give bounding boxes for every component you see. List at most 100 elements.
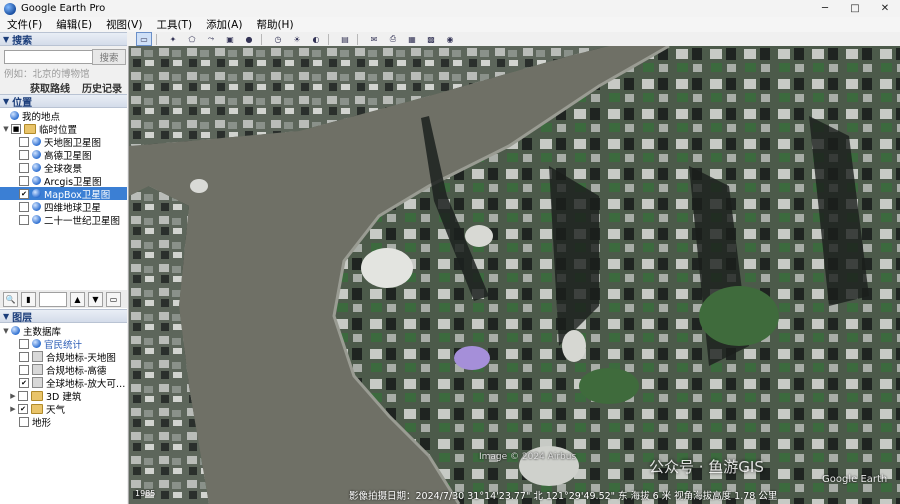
tree-item-label: 合规地标-高德 bbox=[46, 365, 107, 377]
move-up-icon[interactable]: ▲ bbox=[70, 291, 85, 307]
planets-icon[interactable]: ◐ bbox=[308, 32, 324, 46]
checkbox[interactable] bbox=[19, 416, 29, 427]
globe-icon bbox=[32, 176, 41, 185]
globe-icon bbox=[32, 215, 41, 224]
search-icon[interactable]: 🔍 bbox=[3, 291, 18, 307]
tree-item-label: 我的地点 bbox=[22, 111, 61, 123]
menu-tools[interactable]: 工具(T) bbox=[149, 17, 199, 32]
tree-item-mapbox[interactable]: ✔ MapBox卫星图 bbox=[0, 187, 127, 201]
menu-bar: 文件(F) 编辑(E) 视图(V) 工具(T) 添加(A) 帮助(H) bbox=[0, 17, 900, 32]
globe-icon bbox=[32, 339, 41, 348]
tree-item-label: 3D 建筑 bbox=[46, 391, 82, 403]
historical-year-badge[interactable]: 1985 bbox=[135, 489, 155, 498]
imagery-copyright: Image © 2024 Airbus bbox=[479, 452, 577, 462]
layers-header-label: 图层 bbox=[12, 312, 33, 324]
tree-item-21century[interactable]: 二十一世纪卫星图 bbox=[0, 213, 127, 227]
tree-item-arcgis[interactable]: Arcgis卫星图 bbox=[0, 174, 127, 188]
ruler-icon[interactable]: ▤ bbox=[337, 32, 353, 46]
add-polygon-icon[interactable]: ⬠ bbox=[184, 32, 200, 46]
tree-item-3d-buildings[interactable]: ▶ 3D 建筑 bbox=[0, 389, 127, 403]
tree-item-terrain[interactable]: 地形 bbox=[0, 415, 127, 429]
checkbox[interactable] bbox=[19, 175, 29, 186]
record-tour-icon[interactable]: ● bbox=[241, 32, 257, 46]
checkbox[interactable] bbox=[19, 201, 29, 212]
tree-item-label: MapBox卫星图 bbox=[44, 189, 111, 201]
earth-3d-view[interactable]: Image © 2024 Airbus 公众号 · 鱼游GIS Google E… bbox=[129, 46, 900, 504]
close-button[interactable]: ✕ bbox=[870, 0, 900, 17]
checkbox[interactable] bbox=[19, 214, 29, 225]
menu-view[interactable]: 视图(V) bbox=[99, 17, 149, 32]
expand-arrow-icon[interactable]: ▶ bbox=[9, 405, 17, 413]
toolbar-separator bbox=[357, 33, 358, 45]
maximize-button[interactable]: □ bbox=[840, 0, 870, 17]
collapse-triangle-icon: ▼ bbox=[3, 34, 10, 44]
tree-item-tianditu[interactable]: 天地图卫星图 bbox=[0, 135, 127, 149]
get-directions-link[interactable]: 获取路线 bbox=[30, 80, 70, 95]
sunlight-icon[interactable]: ☀ bbox=[289, 32, 305, 46]
tree-item-night-lights[interactable]: 全球夜景 bbox=[0, 161, 127, 175]
checkbox[interactable] bbox=[19, 351, 29, 362]
tree-item-my-places[interactable]: 我的地点 bbox=[0, 109, 127, 123]
panel-toggle-icon[interactable]: ▮ bbox=[21, 291, 36, 307]
tree-item-temp-places[interactable]: ▼ ■ 临时位置 bbox=[0, 122, 127, 136]
tree-item-label: 临时位置 bbox=[39, 124, 78, 136]
menu-help[interactable]: 帮助(H) bbox=[249, 17, 300, 32]
add-placemark-icon[interactable]: ✦ bbox=[165, 32, 181, 46]
expand-arrow-icon[interactable]: ▶ bbox=[9, 392, 17, 400]
collapse-triangle-icon: ▼ bbox=[3, 311, 10, 321]
add-image-overlay-icon[interactable]: ▣ bbox=[222, 32, 238, 46]
tree-item-label: 天气 bbox=[46, 404, 66, 416]
checkbox[interactable] bbox=[19, 149, 29, 160]
places-tree: 我的地点 ▼ ■ 临时位置 天地图卫星图 高德卫星图 全球夜景 Arcgis卫星… bbox=[0, 108, 127, 319]
menu-add[interactable]: 添加(A) bbox=[199, 17, 249, 32]
expand-arrow-icon[interactable]: ▼ bbox=[2, 327, 10, 335]
checkbox[interactable] bbox=[19, 136, 29, 147]
tree-item-gaode[interactable]: 高德卫星图 bbox=[0, 148, 127, 162]
tree-item-landmark-gaode[interactable]: 合规地标-高德 bbox=[0, 363, 127, 377]
save-image-icon[interactable]: ▦ bbox=[404, 32, 420, 46]
email-icon[interactable]: ✉ bbox=[366, 32, 382, 46]
search-button[interactable]: 搜索 bbox=[92, 49, 126, 65]
folder-icon bbox=[31, 390, 43, 401]
checkbox[interactable]: ✔ bbox=[19, 377, 29, 388]
sidebar-toggle-icon[interactable]: ▭ bbox=[136, 32, 152, 46]
move-down-icon[interactable]: ▼ bbox=[88, 291, 103, 307]
folder-icon bbox=[31, 403, 43, 414]
places-filter-field[interactable] bbox=[39, 291, 67, 307]
checkbox[interactable]: ✔ bbox=[18, 403, 28, 414]
places-section-header[interactable]: ▼ 位置 bbox=[0, 94, 127, 109]
globe-icon bbox=[10, 111, 19, 120]
tree-item-label: 官民统计 bbox=[44, 339, 83, 351]
globe-icon bbox=[32, 189, 41, 198]
add-path-icon[interactable]: ⤳ bbox=[203, 32, 219, 46]
search-input[interactable] bbox=[4, 50, 94, 64]
earth-view-icon[interactable]: ◉ bbox=[442, 32, 458, 46]
expand-arrow-icon[interactable]: ▼ bbox=[2, 125, 10, 133]
minimize-button[interactable]: ─ bbox=[810, 0, 840, 17]
checkbox[interactable] bbox=[19, 338, 29, 349]
history-link[interactable]: 历史记录 bbox=[82, 80, 122, 95]
checkbox[interactable] bbox=[18, 390, 28, 401]
search-section-header[interactable]: ▼ 搜索 bbox=[0, 32, 127, 47]
google-earth-icon bbox=[4, 2, 16, 15]
checkbox[interactable] bbox=[19, 162, 29, 173]
checkbox[interactable]: ✔ bbox=[19, 188, 29, 199]
checkbox[interactable]: ■ bbox=[11, 123, 21, 134]
menu-file[interactable]: 文件(F) bbox=[0, 17, 49, 32]
tree-item-weather[interactable]: ▶ ✔ 天气 bbox=[0, 402, 127, 416]
menu-edit[interactable]: 编辑(E) bbox=[49, 17, 99, 32]
checkbox[interactable] bbox=[19, 364, 29, 375]
tree-item-siwei[interactable]: 四维地球卫星 bbox=[0, 200, 127, 214]
tree-item-label: 四维地球卫星 bbox=[44, 202, 102, 214]
layers-section-header[interactable]: ▼ 图层 bbox=[0, 309, 127, 324]
collapse-triangle-icon: ▼ bbox=[3, 96, 10, 106]
folder-options-icon[interactable]: ▭ bbox=[106, 291, 121, 307]
main-toolbar: ▭ ✦ ⬠ ⤳ ▣ ● ◷ ☀ ◐ ▤ ✉ ⎙ ▦ ▩ ◉ bbox=[128, 32, 900, 46]
tree-item-global-landmark[interactable]: ✔ 全球地标-放大可… bbox=[0, 376, 127, 390]
tree-item-landmark-tianditu[interactable]: 合规地标-天地图 bbox=[0, 350, 127, 364]
historical-imagery-icon[interactable]: ◷ bbox=[270, 32, 286, 46]
tree-item-official-stats[interactable]: 官民统计 bbox=[0, 337, 127, 351]
print-icon[interactable]: ⎙ bbox=[385, 32, 401, 46]
view-in-maps-icon[interactable]: ▩ bbox=[423, 32, 439, 46]
tree-item-main-database[interactable]: ▼ 主数据库 bbox=[0, 324, 127, 338]
